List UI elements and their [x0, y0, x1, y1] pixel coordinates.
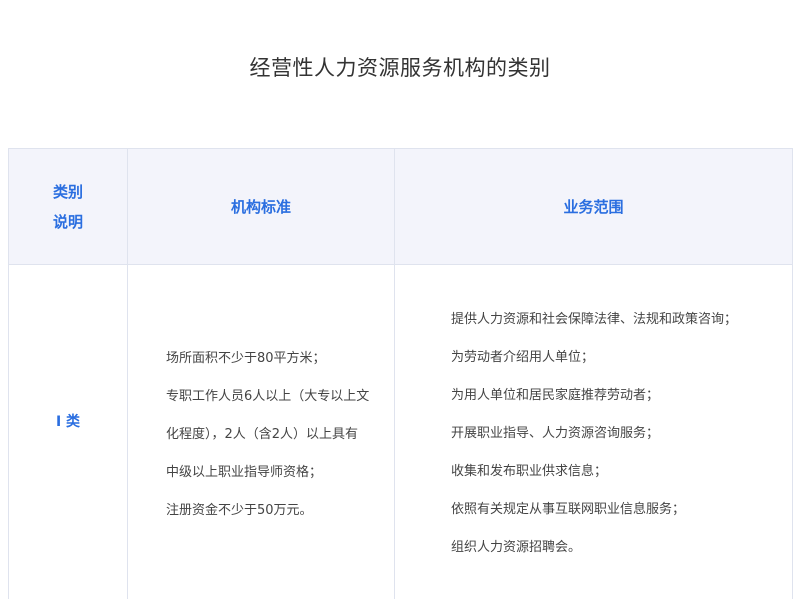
standard-cell: 场所面积不少于80平方米； 专职工作人员6人以上（大专以上文 化程度），2人（含…	[128, 265, 395, 599]
standard-line: 场所面积不少于80平方米；	[166, 349, 374, 369]
standard-line: 化程度），2人（含2人）以上具有	[166, 425, 374, 445]
standard-line: 注册资金不少于50万元。	[166, 501, 374, 521]
header-category-line2: 说明	[9, 207, 127, 237]
scope-line: 提供人力资源和社会保障法律、法规和政策咨询；	[451, 310, 772, 330]
scope-line: 为劳动者介绍用人单位；	[451, 348, 772, 368]
table-row: I 类 场所面积不少于80平方米； 专职工作人员6人以上（大专以上文 化程度），…	[9, 265, 793, 599]
header-standard: 机构标准	[128, 149, 395, 265]
page: 经营性人力资源服务机构的类别 类别 说明 机构标准 业务范围 I 类	[0, 0, 800, 599]
scope-list: 提供人力资源和社会保障法律、法规和政策咨询； 为劳动者介绍用人单位； 为用人单位…	[395, 265, 792, 558]
scope-line: 为用人单位和居民家庭推荐劳动者；	[451, 386, 772, 406]
page-title: 经营性人力资源服务机构的类别	[0, 52, 800, 82]
scope-cell: 提供人力资源和社会保障法律、法规和政策咨询； 为劳动者介绍用人单位； 为用人单位…	[395, 265, 793, 599]
standard-line: 中级以上职业指导师资格；	[166, 463, 374, 483]
scope-line: 收集和发布职业供求信息；	[451, 462, 772, 482]
header-scope: 业务范围	[395, 149, 793, 265]
category-cell: I 类	[9, 265, 128, 599]
header-category: 类别 说明	[9, 149, 128, 265]
standard-list: 场所面积不少于80平方米； 专职工作人员6人以上（大专以上文 化程度），2人（含…	[128, 265, 394, 521]
standard-line: 专职工作人员6人以上（大专以上文	[166, 387, 374, 407]
table-header-row: 类别 说明 机构标准 业务范围	[9, 149, 793, 265]
scope-line: 开展职业指导、人力资源咨询服务；	[451, 424, 772, 444]
category-table: 类别 说明 机构标准 业务范围 I 类 场所面积不少于80平方米； 专职工作人员…	[8, 148, 793, 599]
scope-line: 依照有关规定从事互联网职业信息服务；	[451, 500, 772, 520]
header-category-line1: 类别	[9, 177, 127, 207]
scope-line: 组织人力资源招聘会。	[451, 538, 772, 558]
category-label: I 类	[56, 414, 80, 430]
